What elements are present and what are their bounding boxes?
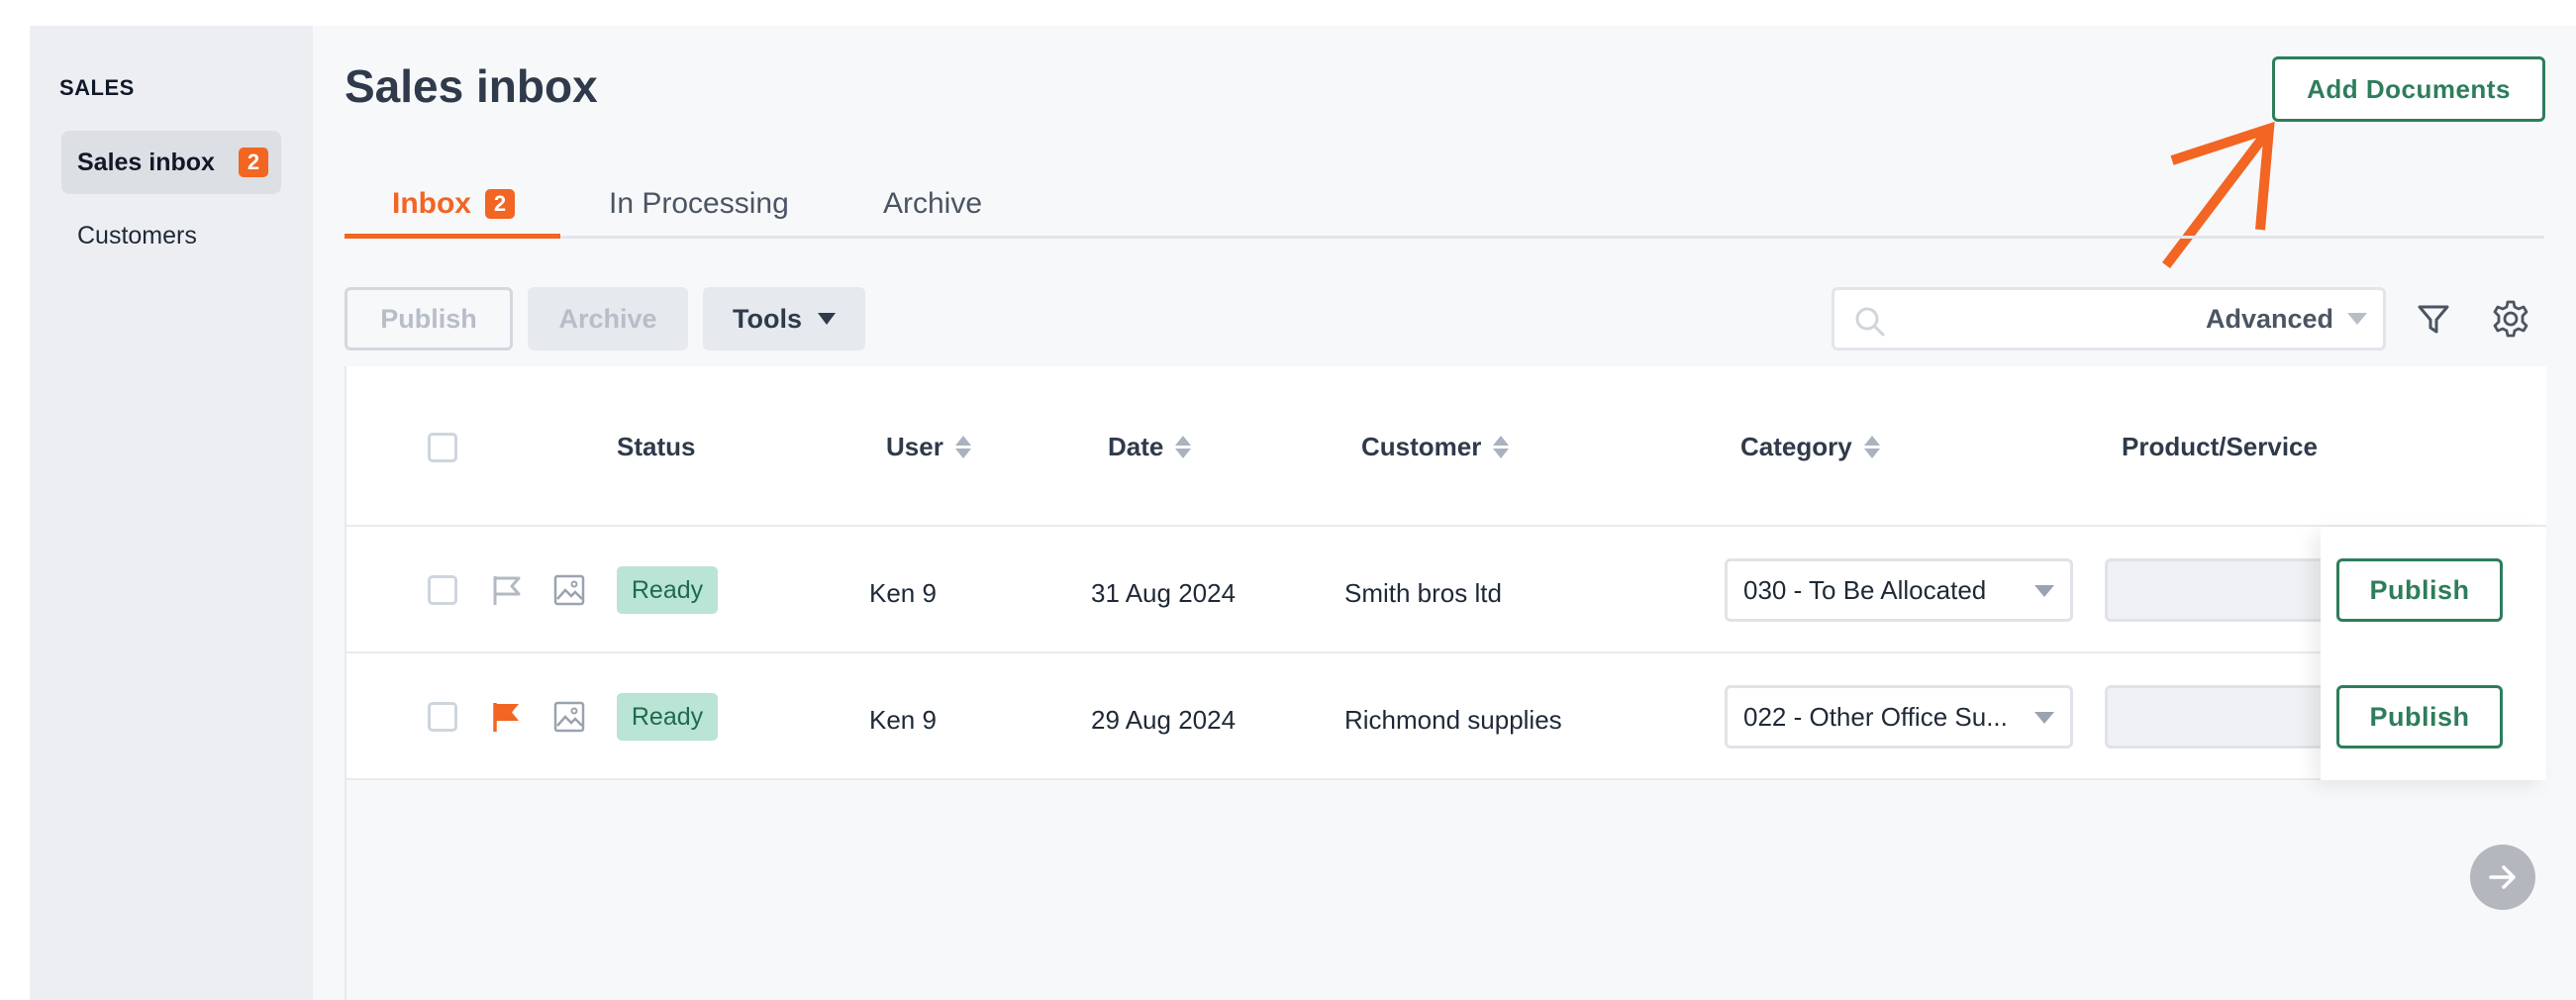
tools-dropdown-button[interactable]: Tools	[703, 287, 865, 350]
column-header-user[interactable]: User	[886, 432, 971, 462]
cell-user: Ken 9	[869, 705, 937, 735]
cell-customer: Richmond supplies	[1344, 705, 1562, 735]
column-label: Status	[617, 432, 696, 461]
search-icon	[1855, 307, 1885, 337]
category-select[interactable]: 030 - To Be Allocated	[1725, 558, 2073, 622]
tools-label: Tools	[733, 303, 802, 334]
product-service-select[interactable]	[2105, 558, 2332, 622]
advanced-label: Advanced	[2205, 303, 2333, 334]
row-checkbox[interactable]	[428, 575, 457, 605]
arrow-right-icon	[2489, 865, 2516, 889]
category-value: 030 - To Be Allocated	[1743, 574, 1987, 605]
chevron-down-icon	[2034, 712, 2054, 724]
tab-inbox[interactable]: Inbox 2	[392, 170, 515, 238]
row-publish-button[interactable]: Publish	[2336, 685, 2503, 749]
cell-customer: Smith bros ltd	[1344, 578, 1502, 608]
sidebar-item-sales-inbox[interactable]: Sales inbox 2	[61, 131, 281, 194]
settings-button[interactable]	[2489, 297, 2532, 341]
sort-icon	[954, 436, 971, 458]
sort-icon	[1175, 436, 1192, 458]
cell-user: Ken 9	[869, 578, 937, 608]
column-header-customer[interactable]: Customer	[1361, 432, 1510, 462]
add-documents-button[interactable]: Add Documents	[2272, 56, 2545, 122]
sidebar: SALES Sales inbox 2 Customers	[30, 26, 313, 1000]
left-margin	[0, 0, 30, 1000]
bulk-publish-button[interactable]: Publish	[345, 287, 513, 350]
chevron-down-icon	[2347, 313, 2367, 325]
tab-label: Archive	[883, 187, 983, 220]
cell-date: 29 Aug 2024	[1091, 705, 1237, 735]
sidebar-item-label: Sales inbox	[77, 148, 215, 176]
tab-archive[interactable]: Archive	[883, 170, 982, 238]
cell-date: 31 Aug 2024	[1091, 578, 1237, 608]
column-label: User	[886, 432, 943, 461]
status-badge: Ready	[617, 566, 718, 614]
product-service-select[interactable]	[2105, 685, 2332, 749]
chevron-down-icon	[818, 313, 836, 325]
column-header-category[interactable]: Category	[1740, 432, 1880, 462]
sidebar-item-customers[interactable]: Customers	[61, 204, 281, 267]
sidebar-section-title: SALES	[59, 75, 135, 100]
tab-count-badge: 2	[485, 189, 515, 219]
advanced-search-toggle[interactable]: Advanced	[2206, 290, 2367, 348]
row-checkbox[interactable]	[428, 702, 457, 732]
search-box: Advanced	[1832, 287, 2386, 350]
top-margin	[0, 0, 2576, 26]
column-header-product-service[interactable]: Product/Service	[2122, 432, 2326, 462]
chevron-down-icon	[2034, 585, 2054, 597]
image-preview-icon[interactable]	[552, 573, 586, 607]
image-preview-icon[interactable]	[552, 700, 586, 734]
filter-icon	[2418, 305, 2449, 334]
tab-label: In Processing	[609, 187, 789, 220]
column-label: Customer	[1361, 432, 1482, 461]
column-label: Date	[1108, 432, 1164, 461]
annotation-arrow-icon	[2162, 121, 2275, 269]
app-window: SALES Sales inbox 2 Customers Sales inbo…	[0, 0, 2576, 1000]
page-title: Sales inbox	[345, 60, 598, 112]
column-label: Product/Service	[2122, 432, 2318, 461]
category-value: 022 - Other Office Su...	[1743, 701, 2008, 732]
bulk-archive-button[interactable]: Archive	[528, 287, 688, 350]
search-input[interactable]	[1894, 298, 2191, 340]
category-select[interactable]: 022 - Other Office Su...	[1725, 685, 2073, 749]
select-all-checkbox[interactable]	[428, 433, 457, 462]
gear-icon	[2493, 300, 2528, 338]
sidebar-item-label: Customers	[77, 221, 197, 250]
tab-label: Inbox	[392, 187, 471, 220]
column-header-date[interactable]: Date	[1108, 432, 1192, 462]
sort-icon	[1493, 436, 1510, 458]
scroll-right-button[interactable]	[2470, 845, 2535, 910]
filter-button[interactable]	[2412, 297, 2455, 341]
row-publish-button[interactable]: Publish	[2336, 558, 2503, 622]
column-header-status[interactable]: Status	[617, 432, 695, 462]
tab-in-processing[interactable]: In Processing	[609, 170, 789, 238]
active-tab-indicator	[345, 234, 560, 239]
column-label: Category	[1740, 432, 1852, 461]
status-badge: Ready	[617, 693, 718, 741]
sidebar-count-badge: 2	[238, 148, 268, 177]
flag-outline-icon[interactable]	[489, 572, 525, 608]
sort-icon	[1863, 436, 1880, 458]
flag-icon[interactable]	[489, 699, 525, 735]
